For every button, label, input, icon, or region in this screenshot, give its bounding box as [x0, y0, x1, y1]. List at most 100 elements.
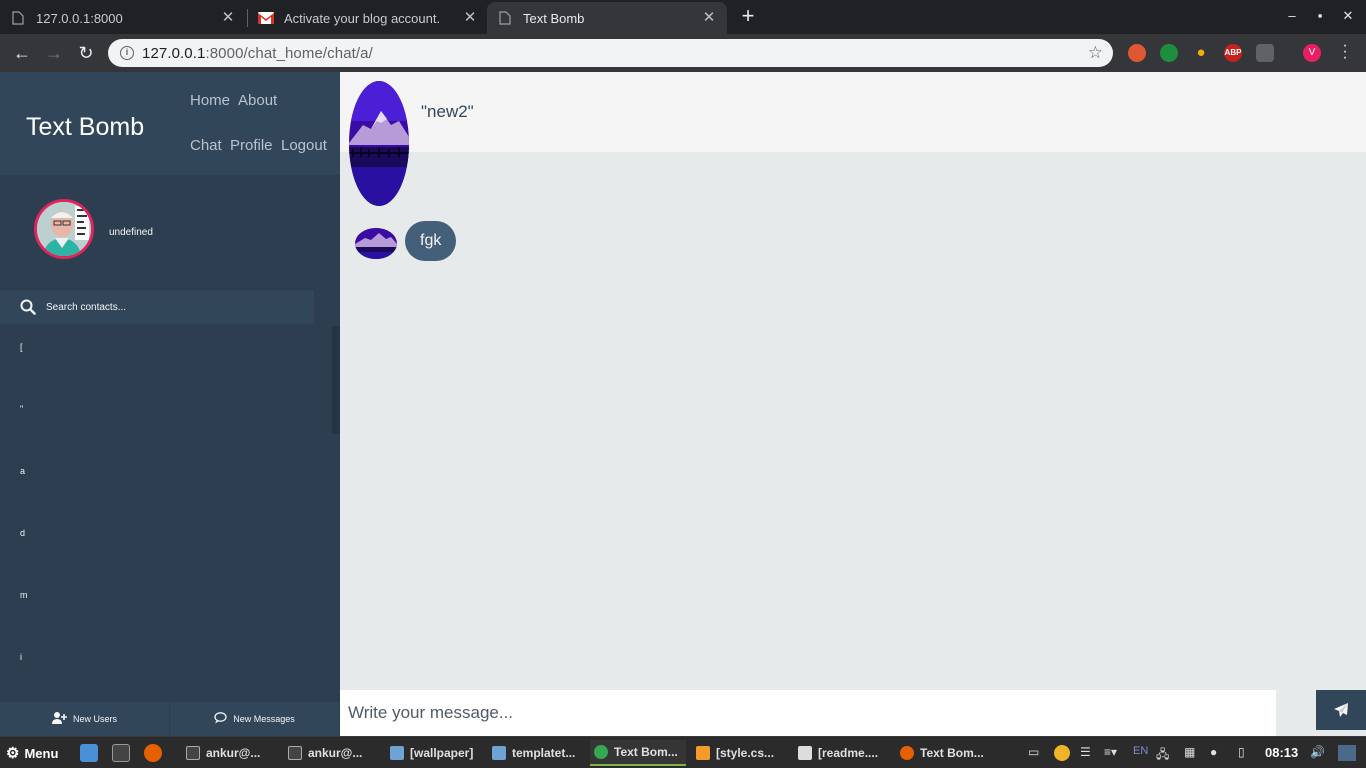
browser-toolbar: ← → ↻ i 127.0.0.1:8000/chat_home/chat/a/…: [0, 34, 1366, 72]
nav-about[interactable]: About: [238, 92, 277, 109]
new-users-label: New Users: [72, 714, 117, 724]
browser-tab-2[interactable]: Activate your blog account. ✕: [248, 2, 488, 34]
gear-icon: ⚙: [6, 745, 20, 762]
browser-menu-icon[interactable]: · · ·: [1340, 38, 1350, 66]
calendar-icon[interactable]: ▦: [1184, 745, 1195, 759]
browser-tab-active[interactable]: Text Bomb ✕: [487, 2, 727, 34]
maximize-icon[interactable]: ▪: [1312, 8, 1328, 24]
profile-panel: undefined: [0, 175, 340, 290]
volume-icon[interactable]: 🔊: [1310, 745, 1325, 759]
close-icon[interactable]: ✕: [462, 10, 478, 26]
contact-item[interactable]: ": [20, 404, 23, 414]
lightbulb-extension-icon[interactable]: ●: [1192, 44, 1210, 62]
send-button[interactable]: [1316, 690, 1366, 730]
profile-name: undefined: [109, 227, 153, 238]
sublime-icon: [696, 746, 710, 760]
forward-icon[interactable]: →: [43, 42, 65, 64]
green-extension-icon[interactable]: [1160, 44, 1178, 62]
address-bar[interactable]: i 127.0.0.1:8000/chat_home/chat/a/ ☆: [108, 39, 1113, 67]
url-text: 127.0.0.1:8000/chat_home/chat/a/: [142, 44, 373, 62]
clock[interactable]: 08:13: [1265, 745, 1298, 760]
comment-icon: [214, 711, 227, 727]
nav-logout[interactable]: Logout: [281, 137, 327, 154]
browser-tab-1[interactable]: 127.0.0.1:8000 ✕: [0, 2, 246, 34]
bookmark-star-icon[interactable]: ☆: [1088, 43, 1103, 63]
terminal-launcher-icon[interactable]: [112, 744, 130, 762]
taskbar-window[interactable]: [readme....: [794, 740, 894, 766]
sidebar-bottom-bar: New Users New Messages: [0, 702, 340, 736]
paper-plane-icon: [1334, 703, 1348, 717]
new-messages-label: New Messages: [233, 714, 295, 724]
contact-search: [0, 290, 314, 324]
contact-list-scrollbar[interactable]: [332, 326, 340, 434]
taskbar-window[interactable]: Text Bom...: [896, 740, 996, 766]
minimize-icon[interactable]: –: [1284, 8, 1300, 24]
user-icon[interactable]: ●: [1210, 745, 1217, 759]
new-messages-button[interactable]: New Messages: [170, 702, 340, 736]
new-users-button[interactable]: New Users: [0, 702, 170, 736]
nav-chat[interactable]: Chat: [190, 137, 222, 154]
search-input[interactable]: [46, 301, 286, 313]
folder-icon: [492, 746, 506, 760]
contact-list: [ " a d m i: [0, 324, 340, 702]
nav-profile[interactable]: Profile: [230, 137, 273, 154]
tab-title: Text Bomb: [523, 10, 585, 26]
contact-name: "new2": [421, 102, 474, 121]
contact-item[interactable]: d: [20, 528, 25, 538]
page: Text Bomb Home About Chat Profile Logout: [0, 72, 1366, 736]
window-list-icon[interactable]: ▭: [1028, 745, 1039, 759]
nav-home[interactable]: Home: [190, 92, 230, 109]
menu-label: Menu: [24, 745, 59, 761]
tab-title: 127.0.0.1:8000: [36, 10, 123, 26]
tab-title: Activate your blog account.: [284, 10, 441, 26]
terminal-icon: [288, 746, 302, 760]
message-bubble: fgk: [405, 221, 457, 261]
chat-panel: "new2" fgk: [340, 72, 1366, 736]
close-icon[interactable]: ✕: [701, 10, 717, 26]
adblock-extension-icon[interactable]: ABP: [1224, 44, 1242, 62]
duckduckgo-extension-icon[interactable]: [1128, 44, 1146, 62]
taskbar-window[interactable]: [wallpaper]: [386, 740, 486, 766]
taskbar-window[interactable]: ankur@...: [284, 740, 384, 766]
contact-item[interactable]: [: [20, 342, 23, 352]
message-input[interactable]: [340, 690, 1276, 736]
firefox-icon: [900, 746, 914, 760]
avatar[interactable]: [34, 199, 94, 259]
folder-icon: [390, 746, 404, 760]
profile-avatar[interactable]: V: [1303, 44, 1321, 62]
show-desktop-icon[interactable]: [1338, 745, 1356, 761]
message-avatar: [355, 228, 397, 259]
browser-tabbar: 127.0.0.1:8000 ✕ Activate your blog acco…: [0, 0, 1366, 34]
search-icon: [20, 299, 36, 315]
taskbar-window[interactable]: [style.cs...: [692, 740, 792, 766]
message-composer: [340, 690, 1366, 736]
new-tab-button[interactable]: +: [738, 5, 758, 27]
brand-header: Text Bomb Home About Chat Profile Logout: [0, 72, 340, 175]
start-menu-button[interactable]: ⚙ Menu: [6, 744, 58, 762]
os-taskbar: ⚙ Menu ankur@... ankur@... [wallpaper] t…: [0, 736, 1366, 768]
contact-item[interactable]: m: [20, 590, 28, 600]
keyboard-layout[interactable]: EN: [1133, 745, 1148, 757]
notes-icon[interactable]: ☰: [1080, 745, 1091, 759]
close-window-icon[interactable]: ✕: [1340, 8, 1356, 24]
close-icon[interactable]: ✕: [220, 10, 236, 26]
menu-list-icon[interactable]: ≡▾: [1104, 745, 1117, 759]
weather-icon[interactable]: [1054, 745, 1070, 761]
info-icon[interactable]: i: [120, 46, 134, 60]
battery-icon[interactable]: ▯: [1238, 745, 1245, 759]
taskbar-window[interactable]: templatet...: [488, 740, 588, 766]
back-icon[interactable]: ←: [11, 42, 33, 64]
reload-icon[interactable]: ↻: [75, 42, 97, 64]
contact-item[interactable]: a: [20, 466, 25, 476]
brand-title[interactable]: Text Bomb: [26, 113, 144, 142]
contact-item[interactable]: i: [20, 652, 22, 662]
gmail-icon: [258, 10, 274, 26]
network-icon[interactable]: 🖧: [1156, 745, 1169, 766]
shield-extension-icon[interactable]: [1256, 44, 1274, 62]
files-launcher-icon[interactable]: [80, 744, 98, 762]
taskbar-window[interactable]: ankur@...: [182, 740, 282, 766]
taskbar-window-active[interactable]: Text Bom...: [590, 740, 686, 766]
firefox-launcher-icon[interactable]: [144, 744, 162, 762]
contact-avatar: [349, 81, 409, 206]
contact-header: "new2": [340, 72, 1366, 152]
